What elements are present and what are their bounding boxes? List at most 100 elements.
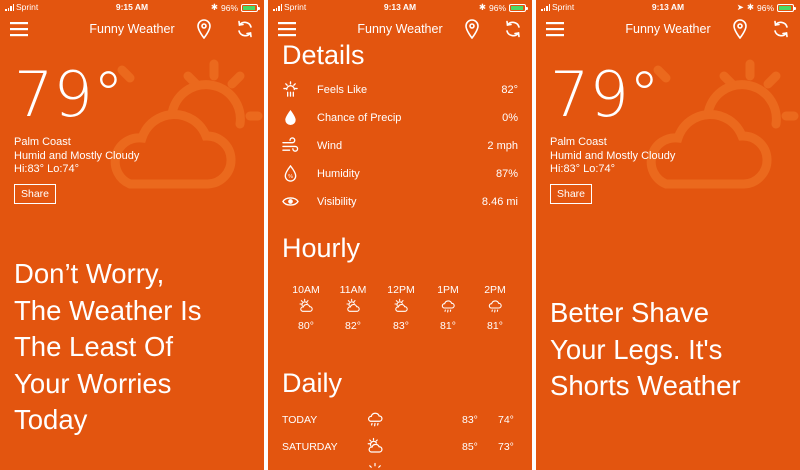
hourly-item: 2PM 81°: [475, 284, 515, 332]
app-title: Funny Weather: [357, 22, 443, 36]
raindrop-icon: [285, 109, 296, 126]
location-pin-icon[interactable]: [732, 19, 748, 39]
hourly-time: 1PM: [437, 284, 459, 296]
status-bar: Sprint 9:15 AM ✱ 96%: [0, 0, 264, 14]
daily-row: SATURDAY 85° 73°: [282, 437, 518, 457]
day-high: 83°: [462, 414, 478, 426]
detail-label: Feels Like: [317, 84, 368, 96]
app-header: Funny Weather: [0, 14, 264, 46]
hourly-time: 10AM: [292, 284, 320, 296]
rain-cloud-icon: [366, 410, 384, 428]
day-high: 85°: [462, 441, 478, 453]
detail-value: 8.46 mi: [481, 196, 518, 208]
detail-label: Chance of Precip: [317, 112, 402, 124]
battery-percent: 96%: [220, 2, 238, 13]
hourly-item: 10AM 80°: [286, 284, 326, 332]
bluetooth-icon: ✱: [478, 2, 486, 12]
battery-icon: [241, 3, 260, 12]
wind-icon: [282, 137, 299, 152]
hourly-time: 2PM: [484, 284, 506, 296]
funny-quote: Better Shave Your Legs. It's Shorts Weat…: [550, 295, 741, 405]
share-button[interactable]: Share: [14, 184, 57, 204]
rain-cloud-icon: [487, 298, 503, 314]
day-low: 73°: [498, 441, 514, 453]
location-info: Palm Coast Humid and Mostly Cloudy Hi:83…: [14, 136, 139, 177]
detail-value: 0%: [502, 112, 518, 124]
detail-label: Wind: [317, 140, 343, 152]
hourly-temp: 81°: [487, 320, 503, 332]
refresh-icon[interactable]: [504, 20, 522, 38]
partly-cloudy-background-icon: [110, 59, 263, 189]
day-low: 74°: [498, 414, 514, 426]
detail-row-visibility: Visibility 8.46 mi: [282, 193, 518, 213]
battery-icon: [777, 3, 796, 12]
details-heading: Details: [282, 40, 365, 70]
detail-value: 82°: [501, 84, 518, 96]
location-info: Palm Coast Humid and Mostly Cloudy Hi:83…: [550, 136, 675, 177]
humidity-icon: %: [284, 165, 297, 182]
condition-text: Humid and Mostly Cloudy: [14, 149, 140, 162]
screen-details: Sprint 9:13 AM ✱ 96% Funny Weather Detai…: [268, 0, 532, 470]
app-title: Funny Weather: [89, 22, 175, 36]
hi-lo-text: Hi:83° Lo:74°: [14, 163, 80, 175]
partly-sunny-icon: [366, 437, 384, 455]
funny-quote: Don’t Worry, The Weather Is The Least Of…: [14, 256, 202, 439]
bluetooth-icon: ✱: [746, 2, 754, 12]
hourly-heading: Hourly: [282, 233, 361, 263]
rain-cloud-icon: [440, 298, 456, 314]
status-bar: Sprint 9:13 AM ➤ ✱ 96%: [536, 0, 800, 14]
quote-line: Shorts Weather: [550, 370, 741, 401]
partly-sunny-icon: [393, 298, 409, 314]
quote-line: Your Worries: [14, 367, 172, 399]
detail-row-precip: Chance of Precip 0%: [282, 109, 518, 129]
battery-percent: 96%: [756, 2, 774, 13]
sun-icon: [369, 462, 381, 468]
current-temperature: 79°: [14, 58, 124, 131]
svg-text:%: %: [288, 174, 293, 180]
share-button[interactable]: Share: [550, 184, 593, 204]
location-arrow-icon: ➤: [736, 2, 744, 12]
detail-value: 87%: [495, 168, 518, 180]
screen-current-1: Sprint 9:15 AM ✱ 96% Funny Weather 79° P…: [0, 0, 264, 470]
battery-icon: [509, 3, 528, 12]
refresh-icon[interactable]: [236, 20, 254, 38]
detail-row-humidity: % Humidity 87%: [282, 165, 518, 185]
hourly-time: 11AM: [339, 284, 367, 296]
app-title: Funny Weather: [625, 22, 711, 36]
eye-icon: [282, 197, 299, 206]
refresh-icon[interactable]: [772, 20, 790, 38]
quote-line: Your Legs. It's: [550, 333, 723, 365]
daily-row: TODAY 83° 74°: [282, 410, 518, 430]
detail-row-wind: Wind 2 mph: [282, 137, 518, 157]
detail-label: Visibility: [317, 196, 357, 208]
hourly-temp: 83°: [393, 320, 409, 332]
day-name: TODAY: [282, 414, 318, 426]
battery-percent: 96%: [488, 2, 506, 13]
partly-sunny-icon: [298, 298, 314, 314]
hourly-temp: 80°: [298, 320, 314, 332]
condition-text: Humid and Mostly Cloudy: [550, 149, 676, 162]
hourly-item: 1PM 81°: [428, 284, 468, 332]
partly-sunny-icon: [345, 298, 361, 314]
current-temperature: 79°: [550, 58, 660, 131]
screen-current-2: Sprint 9:13 AM ➤ ✱ 96% Funny Weather 79°…: [536, 0, 800, 470]
location-pin-icon[interactable]: [196, 19, 212, 39]
quote-line: The Weather Is: [14, 294, 202, 326]
status-bar: Sprint 9:13 AM ✱ 96%: [268, 0, 532, 14]
day-name: SATURDAY: [282, 441, 338, 453]
location-pin-icon[interactable]: [464, 19, 480, 39]
hourly-temp: 82°: [345, 320, 361, 332]
hi-lo-text: Hi:83° Lo:74°: [550, 163, 616, 175]
quote-line: Better Shave: [550, 297, 709, 328]
hourly-item: 12PM 83°: [381, 284, 421, 332]
app-header: Funny Weather: [536, 14, 800, 46]
partly-cloudy-background-icon: [646, 59, 799, 189]
hourly-item: 11AM 82°: [333, 284, 373, 332]
quote-line: Don’t Worry,: [14, 258, 165, 289]
hourly-temp: 81°: [440, 320, 456, 332]
feels-like-icon: [283, 81, 298, 97]
daily-heading: Daily: [282, 368, 343, 398]
detail-label: Humidity: [317, 168, 360, 180]
city-name: Palm Coast: [550, 136, 607, 148]
detail-row-feels-like: Feels Like 82°: [282, 81, 518, 101]
